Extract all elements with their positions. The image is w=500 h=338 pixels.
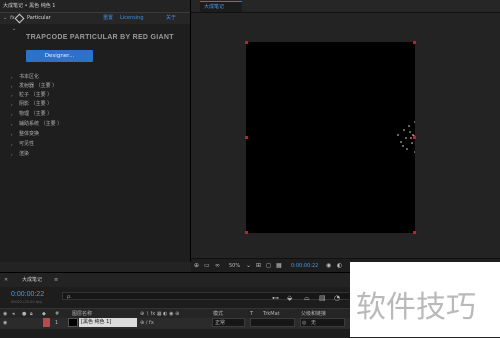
effect-name: Particular (27, 15, 51, 21)
property-label: 发射器 （主要 ） (19, 83, 58, 89)
table-row[interactable]: ◉ 1 [黑色 纯色 1] ⊕ ∕ fx 正常 无 ◎ (0, 318, 350, 329)
grid-icon[interactable]: ▦ (276, 262, 282, 270)
visibility-icon[interactable]: ◉ (3, 318, 7, 329)
property-row[interactable]: › 整体变换 (0, 130, 190, 139)
property-row[interactable]: › 辅助系统 （主要 ） (0, 120, 190, 129)
chevron-down-icon[interactable]: ⌄ (246, 262, 251, 270)
tab-composition[interactable]: 大成笔记 (200, 1, 242, 12)
particular-logo-icon (14, 13, 25, 24)
property-label: 物理 （主要 ） (19, 111, 53, 117)
property-label: 整体变换 (19, 131, 40, 137)
motion-blur-icon[interactable]: ◔ (334, 294, 340, 302)
region-icon[interactable]: ◻ (266, 262, 271, 270)
layer-switches-icon[interactable]: ⊕ ∕ fx (140, 318, 154, 329)
viewer-timecode[interactable]: 0:00:00:22 (291, 259, 318, 273)
property-row[interactable]: › 阴影 （主要 ） (0, 100, 190, 109)
comp-flowchart-icon[interactable]: ⊷ (272, 294, 279, 302)
chevron-right-icon[interactable]: › (11, 110, 13, 119)
designer-button[interactable]: Designer... (26, 50, 93, 62)
layer-thumbnail (68, 318, 78, 327)
tab-timeline[interactable]: 大成笔记 (22, 273, 42, 287)
licensing-link[interactable]: Licensing (120, 13, 144, 24)
close-icon[interactable]: ✕ (4, 273, 8, 287)
timeline-tab-bar: ✕ 大成笔记 ≡ (0, 273, 350, 287)
property-label: 阴影 （主要 ） (19, 101, 53, 107)
side-handle[interactable] (245, 136, 248, 139)
chevron-right-icon[interactable]: › (11, 100, 13, 109)
particle-cluster (397, 121, 415, 153)
chevron-right-icon[interactable]: › (11, 150, 13, 159)
label-color-swatch[interactable] (43, 318, 50, 327)
fit-icon[interactable]: ⊞ (256, 262, 261, 270)
effect-panel-header: 大成笔记 • 黑色 纯色 1 (0, 0, 190, 12)
panel-menu-icon[interactable]: ≡ (54, 273, 58, 287)
chevron-right-icon[interactable]: › (11, 73, 13, 82)
brand-title: TRAPCODE PARTICULAR BY RED GIANT (26, 34, 174, 41)
reset-link[interactable]: 重置 (103, 13, 113, 24)
property-label: 渲染 (19, 151, 30, 157)
vr-glasses-icon[interactable]: ∞ (215, 262, 220, 270)
shy-layers-icon[interactable]: ⌓ (304, 294, 310, 303)
property-label: 可见性 (19, 141, 35, 147)
watermark-text: 软件技巧 (356, 290, 476, 325)
chevron-right-icon[interactable]: › (11, 140, 13, 149)
side-handle[interactable] (413, 136, 416, 139)
chevron-right-icon[interactable]: › (11, 91, 13, 100)
pickwhip-icon[interactable]: ◎ (302, 318, 306, 329)
property-row[interactable]: › 书本区化 (0, 73, 190, 82)
frame-rate: 00022 (25.00 fps) (11, 300, 43, 304)
property-row[interactable]: › 渲染 (0, 150, 190, 159)
show-snapshot-icon[interactable]: ◐ (337, 262, 342, 270)
camera-icon[interactable]: ◉ (326, 262, 331, 270)
corner-handle[interactable] (413, 231, 416, 234)
parent-dropdown[interactable]: 无 (300, 318, 345, 327)
chevron-down-icon[interactable]: ⌄ (12, 26, 16, 32)
trkmat-dropdown[interactable] (250, 318, 295, 327)
property-label: 粒子 （主要 ） (19, 92, 53, 98)
property-row[interactable]: › 可见性 (0, 140, 190, 149)
property-row[interactable]: › 物理 （主要 ） (0, 110, 190, 119)
property-row[interactable]: › 粒子 （主要 ） (0, 91, 190, 100)
draft-3d-icon[interactable]: ⬙ (287, 294, 292, 302)
frame-blending-icon[interactable]: ▤ (319, 294, 326, 302)
mode-dropdown[interactable]: 正常 (212, 318, 245, 327)
composition-canvas[interactable] (246, 42, 415, 233)
about-link[interactable]: 关于 (166, 13, 176, 24)
chevron-right-icon[interactable]: › (11, 130, 13, 139)
corner-handle[interactable] (413, 41, 416, 44)
twirl-down-icon[interactable]: ⌄ (3, 13, 7, 24)
effect-row[interactable]: ⌄ fx Particular 重置 Licensing 关于 (0, 12, 190, 24)
corner-handle[interactable] (245, 41, 248, 44)
monitor-icon[interactable]: ▭ (204, 262, 210, 270)
chevron-right-icon[interactable]: › (11, 82, 13, 91)
zoom-dropdown[interactable]: 50% (229, 259, 240, 273)
corner-handle[interactable] (245, 231, 248, 234)
layer-number: 1 (55, 320, 59, 326)
property-label: 辅助系统 （主要 ） (19, 121, 63, 127)
chevron-right-icon[interactable]: › (11, 120, 13, 129)
layer-name[interactable]: [黑色 纯色 1] (79, 318, 137, 327)
magnification-icon[interactable]: ⊕ (194, 262, 199, 270)
timeline-timecode[interactable]: 0:00:00:22 (11, 291, 44, 298)
property-label: 书本区化 (19, 74, 40, 80)
property-row[interactable]: › 发射器 （主要 ） (0, 82, 190, 91)
